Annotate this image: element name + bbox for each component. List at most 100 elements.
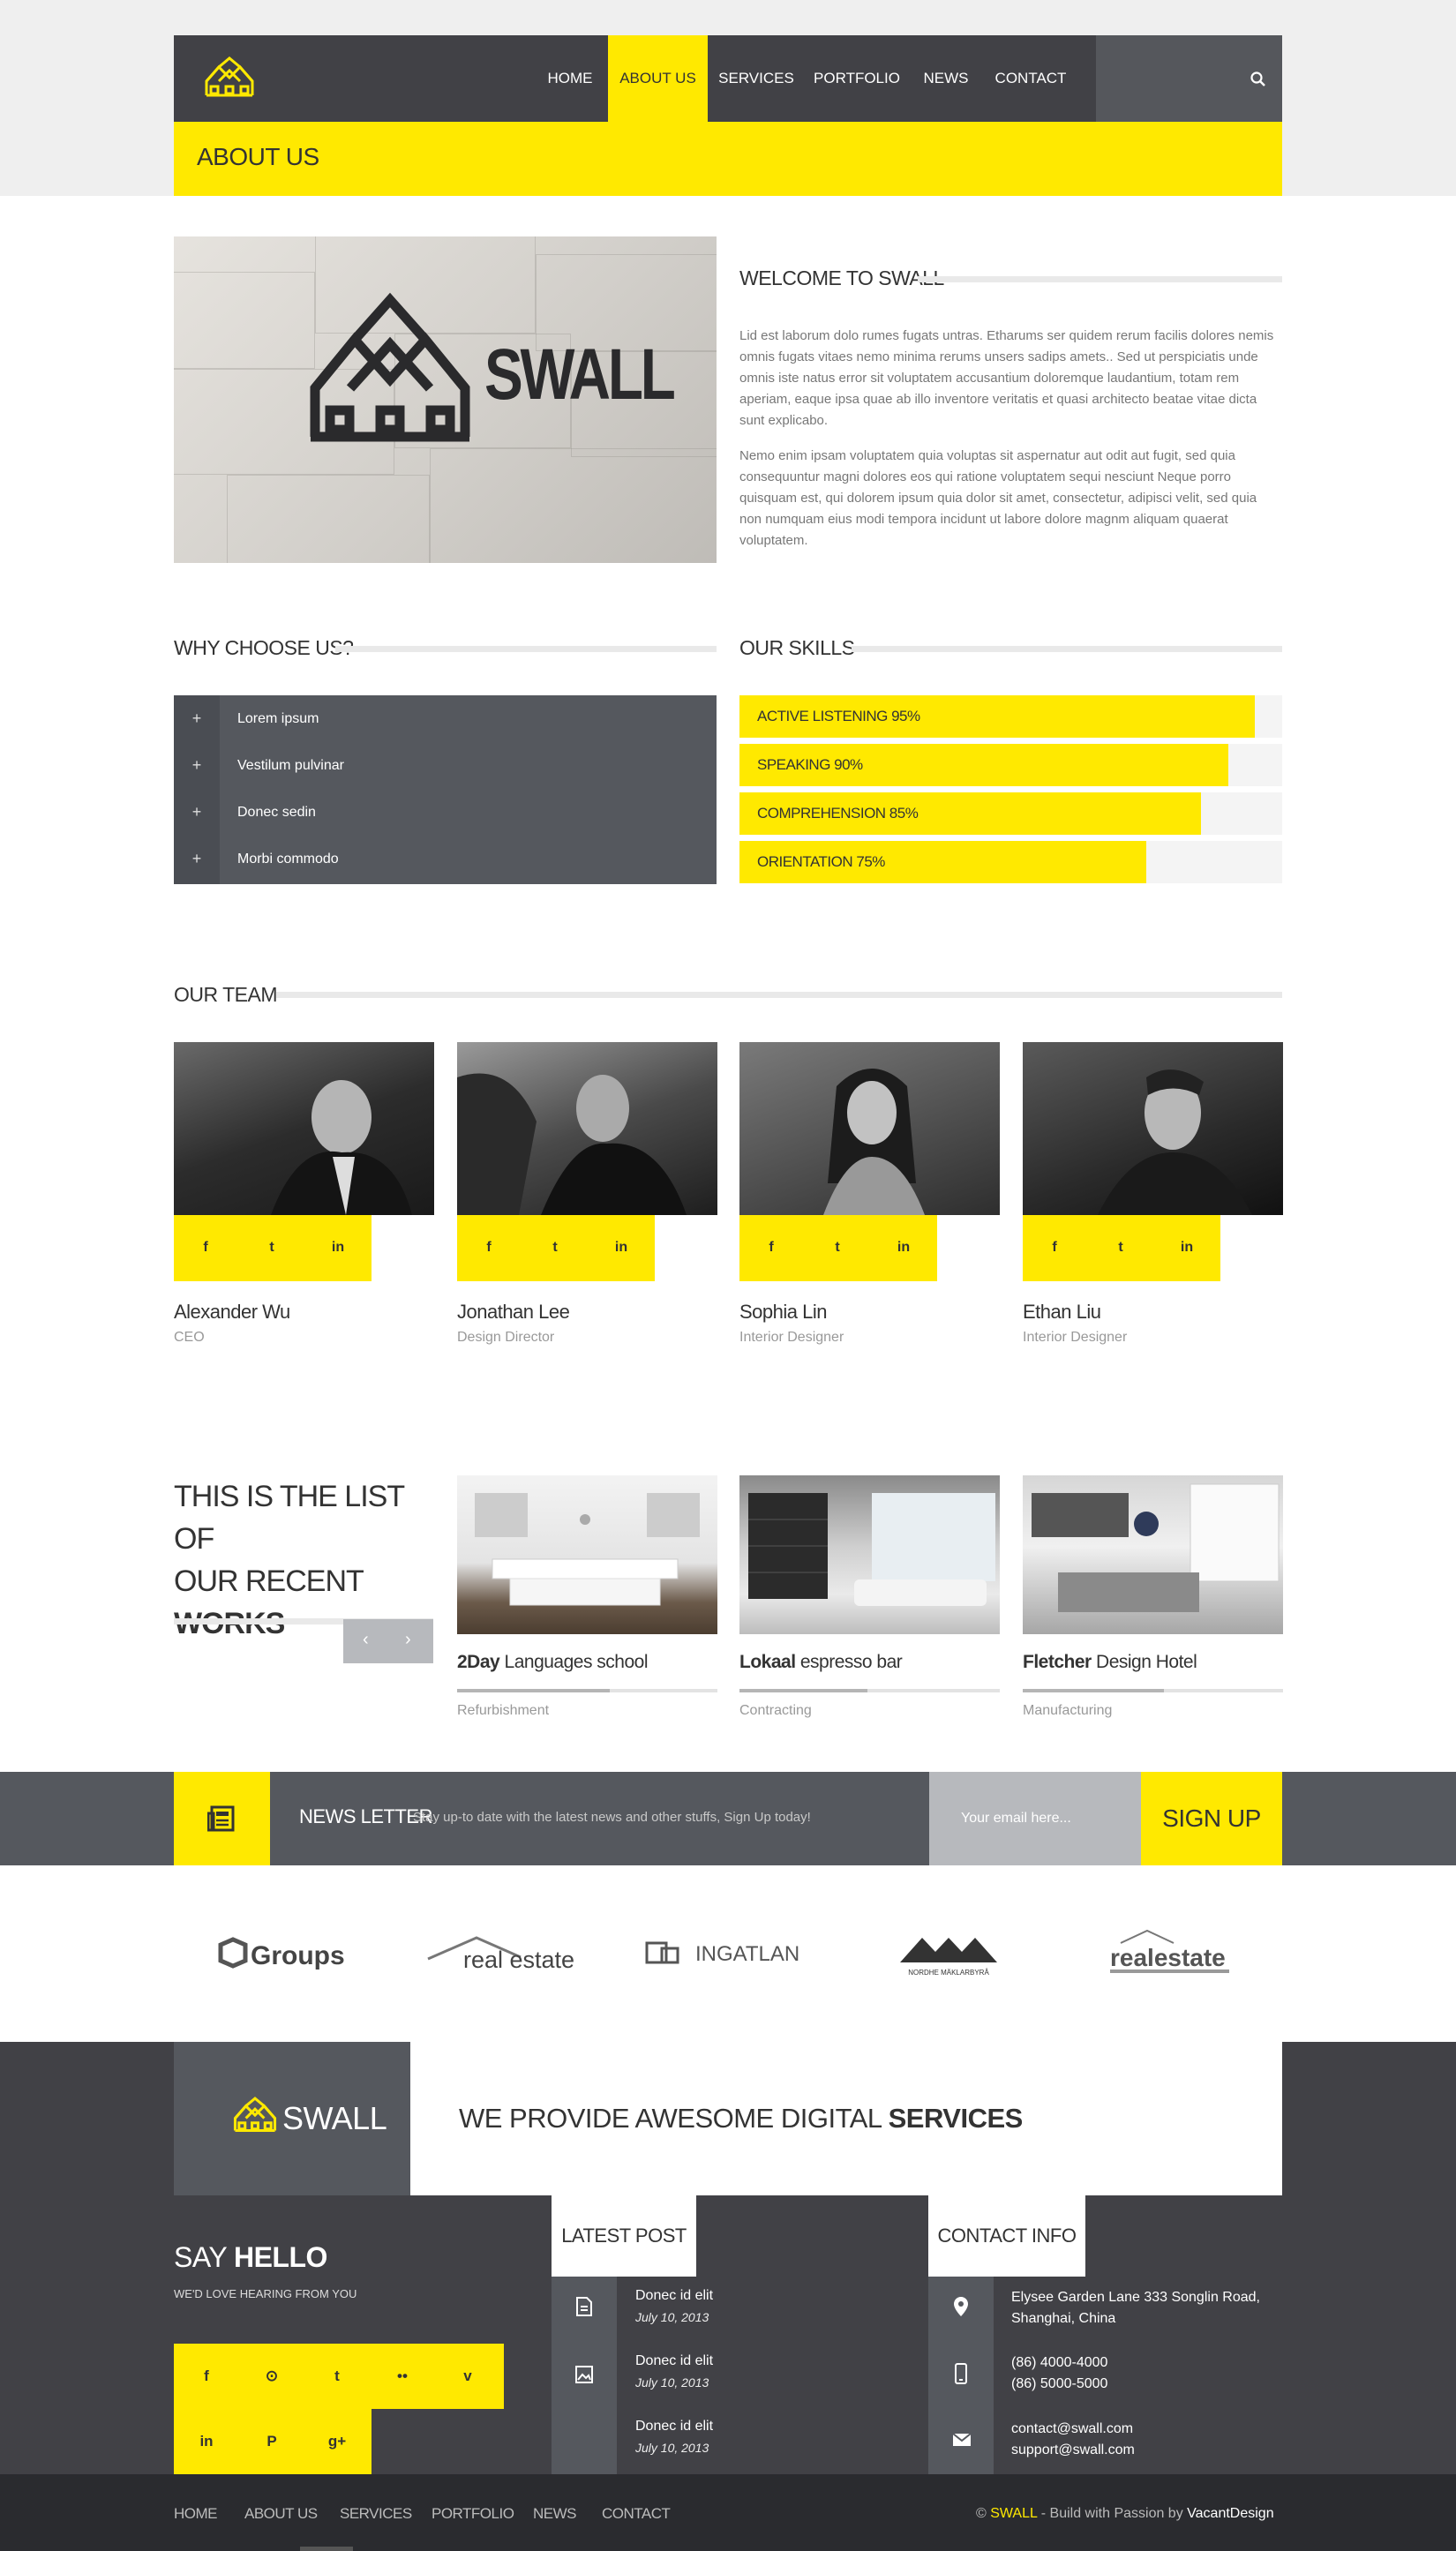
work-category: Refurbishment [457,1703,550,1718]
works-slider-controls: ‹ › [343,1619,433,1663]
copyright-prefix: © [976,2506,991,2521]
facebook-icon[interactable]: f [196,1238,215,1257]
partner-logo-realestate[interactable]: realestate [1103,1922,1244,1985]
site-logo[interactable] [203,56,256,101]
heading-divider [918,276,1282,282]
team-social-bar: f t in [739,1215,937,1281]
slogan-light: WE PROVIDE AWESOME DIGITAL [459,2103,889,2134]
pinterest-icon[interactable]: P [239,2409,304,2474]
linkedin-icon[interactable]: in [174,2409,239,2474]
google-plus-icon[interactable]: g+ [304,2409,370,2474]
work-divider [457,1689,717,1692]
search-icon[interactable] [1250,71,1267,88]
nav-home[interactable]: HOME [540,35,600,122]
facebook-icon[interactable]: f [479,1238,499,1257]
twitter-icon[interactable]: t [545,1238,565,1257]
partner-logo-nordhe[interactable]: NORDHE MÄKLARBYRÅ [882,1922,1015,1985]
nav-portfolio[interactable]: PORTFOLIO [812,35,902,122]
facebook-icon[interactable]: f [174,2344,239,2409]
work-category: Manufacturing [1023,1703,1113,1718]
skype-icon[interactable]: ⊙ [239,2344,304,2409]
hero-image: SWALL [174,236,717,563]
vimeo-icon[interactable]: v [435,2344,500,2409]
linkedin-icon[interactable]: in [612,1238,631,1257]
team-member-role: Interior Designer [1023,1330,1128,1345]
work-title-rest: Design Hotel [1091,1652,1197,1672]
twitter-icon[interactable]: t [304,2344,370,2409]
email-link[interactable]: contact@swall.com [1011,2419,1135,2440]
linkedin-icon[interactable]: in [894,1238,913,1257]
page-title: ABOUT US [197,143,319,170]
say-hello-title: SAY HELLO [174,2241,327,2274]
footer-nav-about-us[interactable]: ABOUT US [244,2505,318,2523]
twitter-icon[interactable]: t [1111,1238,1130,1257]
facebook-icon[interactable]: f [1045,1238,1064,1257]
partner-name: realestate [1110,1944,1226,1971]
skill-bar: COMPREHENSION 85% [739,792,1282,835]
work-image[interactable] [457,1475,717,1634]
work-title-bold: Fletcher [1023,1652,1092,1672]
accordion-item[interactable]: + Donec sedin [174,789,717,836]
footer-logo-text: SWALL [282,2100,387,2136]
nav-services[interactable]: SERVICES [717,35,796,122]
plus-icon: + [174,789,220,836]
team-heading: OUR TEAM [174,983,277,1006]
partner-logo-ingatlan[interactable]: INGATLAN [642,1922,819,1985]
partner-logo-real-estate[interactable]: real estate [424,1922,591,1985]
footer-social-row: f ⊙ t •• v [174,2344,504,2409]
post-title[interactable]: Donec id elit [635,2353,713,2369]
copyright-brand[interactable]: SWALL [990,2506,1037,2521]
chevron-right-icon[interactable]: › [405,1630,411,1650]
copyright-text: - Build with Passion by [1037,2506,1188,2521]
work-title[interactable]: Fletcher Design Hotel [1023,1652,1197,1673]
email-link[interactable]: support@swall.com [1011,2440,1135,2461]
sign-up-button[interactable]: SIGN UP [1141,1772,1282,1865]
work-title[interactable]: Lokaal espresso bar [739,1652,903,1673]
accordion-item[interactable]: + Vestilum pulvinar [174,742,717,789]
partner-logo-groups[interactable]: Groups [212,1922,366,1985]
work-category: Contracting [739,1703,812,1718]
linkedin-icon[interactable]: in [328,1238,348,1257]
footer-nav-services[interactable]: SERVICES [340,2505,412,2523]
facebook-icon[interactable]: f [762,1238,781,1257]
skill-label: ORIENTATION 75% [757,853,885,870]
slogan-bold: SERVICES [888,2103,1024,2134]
welcome-heading: WELCOME TO SWALL [739,266,944,289]
team-member-name: Jonathan Lee [457,1301,570,1323]
plus-icon: + [174,695,220,742]
work-divider [1023,1689,1283,1692]
chevron-left-icon[interactable]: ‹ [363,1630,369,1650]
skill-label: ACTIVE LISTENING 95% [757,708,920,724]
nav-news[interactable]: NEWS [916,35,976,122]
nav-contact[interactable]: CONTACT [990,35,1071,122]
team-social-bar: f t in [1023,1215,1220,1281]
work-image[interactable] [739,1475,1000,1634]
team-member-name: Ethan Liu [1023,1301,1101,1323]
swall-logo-icon [310,292,470,442]
work-title-rest: Languages school [499,1652,649,1672]
work-image[interactable] [1023,1475,1283,1634]
page-title-bar: ABOUT US [174,122,1282,196]
work-title[interactable]: 2Day Languages school [457,1652,649,1673]
newsletter-email-input[interactable] [929,1772,1141,1865]
flickr-icon[interactable]: •• [370,2344,435,2409]
twitter-icon[interactable]: t [262,1238,281,1257]
nav-about-us[interactable]: ABOUT US [608,35,708,122]
footer-nav-news[interactable]: NEWS [533,2505,577,2523]
copyright-author[interactable]: VacantDesign [1187,2506,1273,2521]
post-title[interactable]: Donec id elit [635,2419,713,2435]
address-line: Shanghai, China [1011,2311,1116,2326]
accordion-item[interactable]: + Morbi commodo [174,836,717,884]
accordion-label: Morbi commodo [237,852,339,867]
post-title[interactable]: Donec id elit [635,2288,713,2304]
footer-nav-contact[interactable]: CONTACT [602,2505,671,2523]
accordion-item[interactable]: + Lorem ipsum [174,695,717,742]
linkedin-icon[interactable]: in [1177,1238,1197,1257]
say-hello-bold: HELLO [233,2241,327,2273]
phone-number: (86) 4000-4000 [1011,2355,1108,2370]
newsletter-icon-box [174,1772,270,1865]
team-social-bar: f t in [457,1215,655,1281]
twitter-icon[interactable]: t [828,1238,847,1257]
footer-nav-portfolio[interactable]: PORTFOLIO [432,2505,514,2523]
footer-nav-home[interactable]: HOME [174,2505,218,2523]
